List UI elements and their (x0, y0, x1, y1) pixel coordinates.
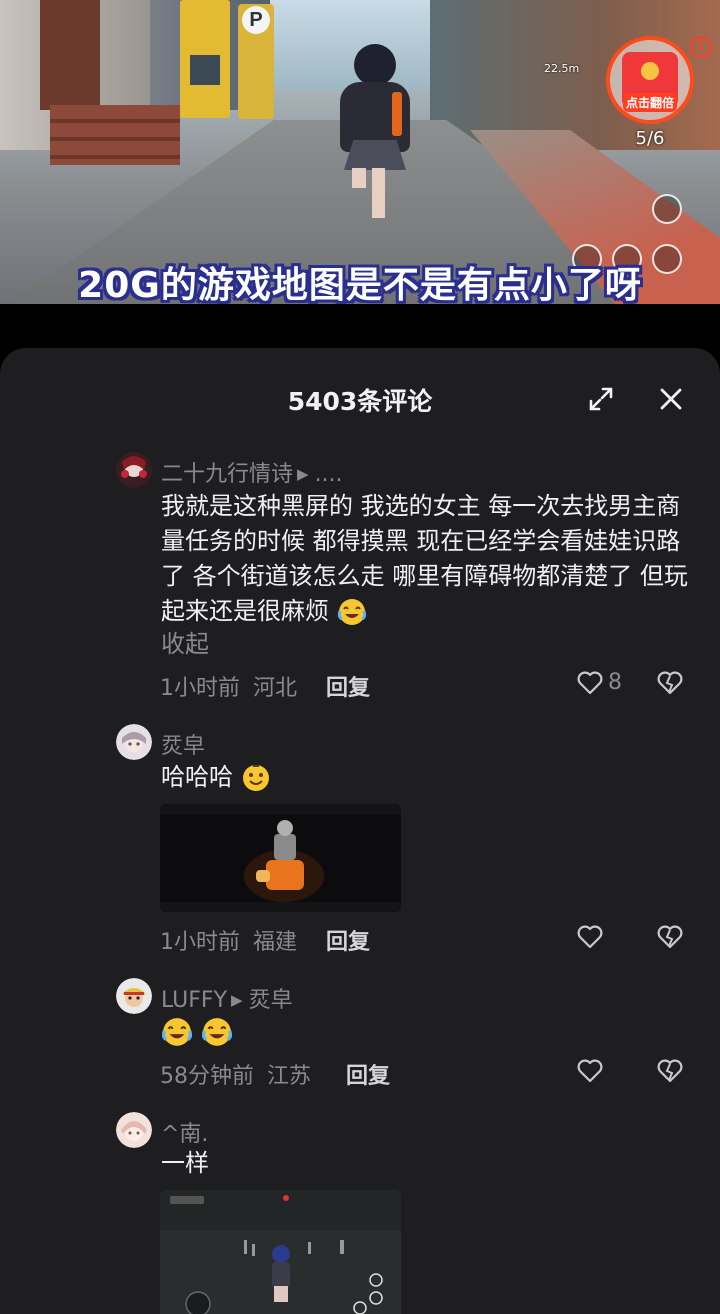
collapse-button[interactable]: 收起 (161, 624, 209, 659)
comment-meta: 1小时前 河北 (160, 670, 297, 702)
comment-username[interactable]: ^南. (161, 1116, 208, 1148)
hud-action-icon (652, 194, 682, 224)
reply-arrow-icon: ▶ (231, 991, 243, 1009)
video-scene-sky (270, 0, 430, 90)
alert-icon[interactable]: ! (690, 36, 712, 58)
expand-icon[interactable] (588, 386, 614, 412)
hud-distance: 22.5m (544, 62, 580, 75)
comment-username[interactable]: 烎皁 (161, 728, 205, 760)
red-packet-button[interactable]: 点击翻倍 (606, 36, 694, 124)
parking-sign: P (242, 6, 270, 34)
character-skirt (344, 140, 406, 170)
reply-button[interactable]: 回复 (326, 924, 370, 956)
comment-text (161, 1014, 691, 1049)
comment-time: 58分钟前 (160, 1064, 254, 1089)
laughing-crying-emoji-icon (201, 1018, 232, 1046)
comment-time: 1小时前 (160, 930, 240, 955)
red-packet-counter: 5/6 (635, 128, 665, 149)
like-count: 8 (608, 670, 622, 695)
reply-to-username[interactable]: 烎皁 (249, 988, 293, 1013)
comment-location: 河北 (253, 676, 298, 701)
comment-image[interactable] (160, 1190, 401, 1314)
character-leg (372, 168, 385, 218)
comment-time: 1小时前 (160, 676, 240, 701)
heart-icon[interactable] (576, 924, 604, 950)
comment-text: 哈哈哈 (161, 760, 691, 795)
close-icon[interactable] (658, 386, 684, 412)
comment-text: 一样 (161, 1149, 209, 1177)
avatar[interactable] (116, 452, 152, 488)
comment-text-content: 哈哈哈 (161, 763, 233, 791)
heart-icon[interactable] (576, 670, 604, 696)
avatar[interactable] (116, 978, 152, 1014)
comment-sheet: 5403条评论 二十九行情诗 ▶.... 我就是这种黑屏的 我选的女主 每一次去找… (0, 348, 720, 1314)
video-scene-booth-window (190, 55, 220, 85)
comment-username[interactable]: LUFFY ▶ 烎皁 (161, 982, 293, 1014)
avatar[interactable] (116, 1112, 152, 1148)
red-packet-icon: 点击翻倍 (622, 52, 678, 112)
avatar[interactable] (116, 724, 152, 760)
laughing-crying-emoji-icon (337, 599, 366, 625)
character-head (354, 44, 396, 86)
comment-meta: 58分钟前 江苏 (160, 1058, 311, 1090)
comment-text-content: 我就是这种黑屏的 我选的女主 每一次去找男主商量任务的时候 都得摸黑 现在已经学… (161, 492, 688, 625)
comment-location: 福建 (253, 930, 298, 955)
reply-button[interactable]: 回复 (326, 670, 370, 702)
broken-heart-icon[interactable] (656, 670, 684, 696)
laughing-crying-emoji-icon (161, 1018, 193, 1046)
video-player[interactable]: P 22.5m 20G的游戏地图是不是有点小了呀 点击翻倍 ! 5/6 (0, 0, 720, 304)
grinning-sweat-emoji-icon (242, 765, 269, 791)
character-leg (352, 168, 366, 188)
video-scene-steps (50, 105, 180, 165)
comment-image[interactable] (160, 804, 401, 912)
character-bag-strap (392, 92, 402, 136)
broken-heart-icon[interactable] (656, 1058, 684, 1084)
comment-location: 江苏 (267, 1064, 312, 1089)
username-text[interactable]: LUFFY (161, 988, 227, 1013)
video-caption: 20G的游戏地图是不是有点小了呀 (78, 265, 642, 304)
comment-text: 我就是这种黑屏的 我选的女主 每一次去找男主商量任务的时候 都得摸黑 现在已经学… (161, 489, 691, 629)
broken-heart-icon[interactable] (656, 924, 684, 950)
comment-meta: 1小时前 福建 (160, 924, 297, 956)
reply-arrow-icon: ▶ (297, 465, 309, 483)
heart-icon[interactable] (576, 1058, 604, 1084)
reply-button[interactable]: 回复 (346, 1058, 390, 1090)
video-scene-door (40, 0, 100, 110)
username-text[interactable]: 二十九行情诗 (161, 462, 293, 487)
comment-username[interactable]: 二十九行情诗 ▶.... (161, 456, 343, 488)
red-packet-label: 点击翻倍 (622, 93, 677, 112)
reply-to-username[interactable]: .... (315, 462, 343, 487)
